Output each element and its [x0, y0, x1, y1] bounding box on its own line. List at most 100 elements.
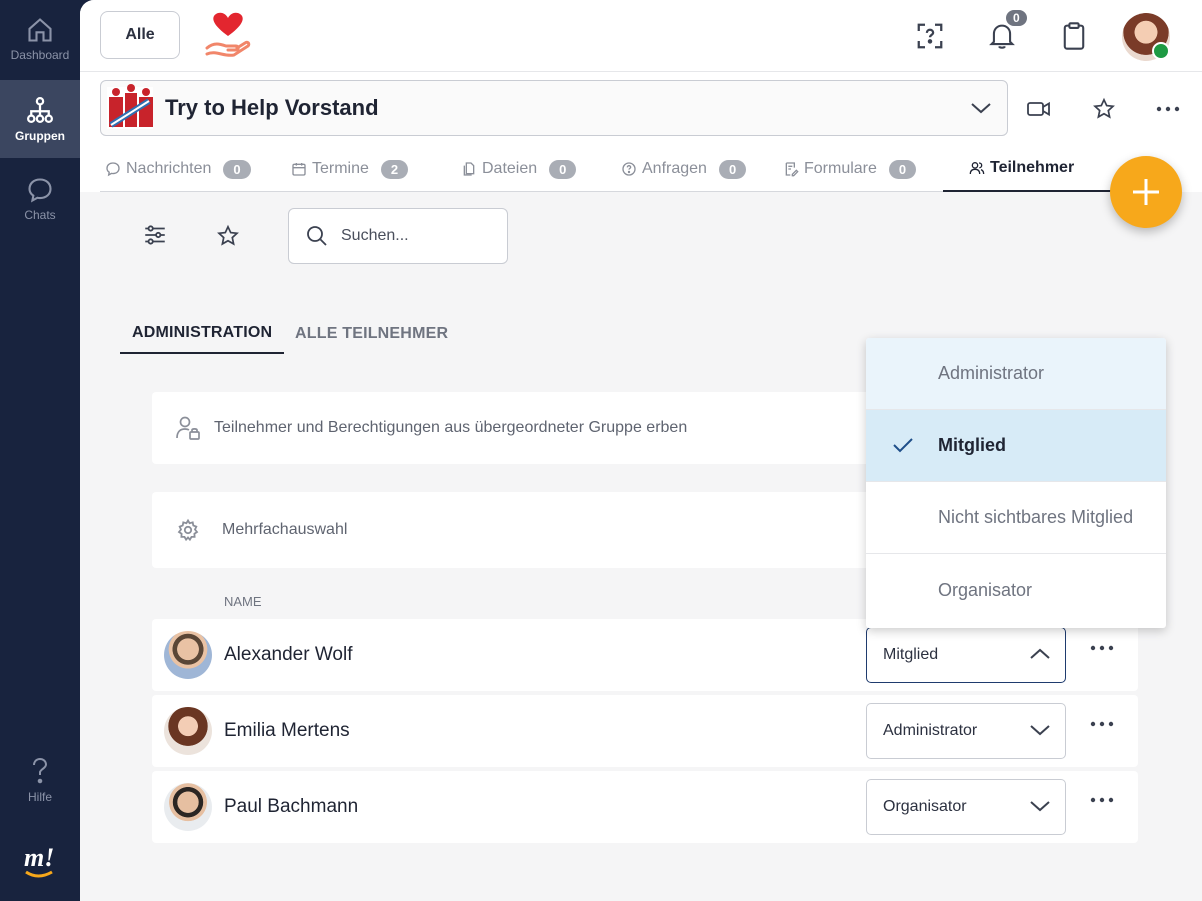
sidebar-item-label: Dashboard: [10, 48, 70, 62]
help-icon: [33, 757, 48, 784]
role-value: Mitglied: [883, 646, 939, 663]
tab-dateien[interactable]: Dateien 0: [461, 146, 577, 192]
chevron-up-icon: [1030, 648, 1050, 659]
filter-sliders-icon[interactable]: [142, 222, 168, 253]
participants-icon: [969, 162, 985, 175]
inherit-permissions-text: Teilnehmer und Berechtigungen aus überge…: [214, 419, 688, 436]
tab-count-badge: 0: [223, 159, 251, 179]
member-avatar: [164, 783, 212, 831]
alle-button[interactable]: Alle: [100, 11, 180, 59]
tab-count-badge: 0: [718, 159, 747, 179]
sidebar-item-dashboard[interactable]: Dashboard: [0, 0, 80, 78]
multiselect-text: Mehrfachauswahl: [222, 521, 348, 538]
sidebar-item-help[interactable]: Hilfe: [0, 742, 80, 818]
notifications-icon[interactable]: 0: [982, 10, 1027, 56]
role-option-administrator[interactable]: Administrator: [866, 338, 1166, 410]
sidebar-item-label: Gruppen: [15, 129, 65, 143]
more-options-icon[interactable]: [1090, 797, 1114, 803]
sidebar-item-label: Chats: [24, 208, 56, 222]
tab-count-badge: 2: [380, 159, 409, 179]
role-value: Organisator: [883, 798, 967, 815]
svg-text:m!: m!: [24, 843, 54, 872]
question-bubble-icon: [622, 162, 636, 176]
home-icon: [28, 18, 52, 42]
subtab-administration[interactable]: ADMINISTRATION: [120, 314, 285, 354]
tab-termine[interactable]: Termine 2: [291, 146, 409, 192]
more-options-icon[interactable]: [1090, 645, 1114, 651]
checkmark-icon: [893, 438, 913, 453]
member-name: Emilia Mertens: [224, 720, 350, 741]
add-fab-button[interactable]: [1110, 156, 1182, 228]
tab-teilnehmer[interactable]: Teilnehmer: [943, 146, 1111, 192]
topbar: Alle 0: [80, 0, 1202, 72]
search-field[interactable]: [288, 208, 508, 264]
sidebar-item-chats[interactable]: Chats: [0, 160, 80, 238]
tab-nachrichten[interactable]: Nachrichten 0: [105, 146, 251, 192]
calendar-icon: [292, 163, 306, 176]
more-options-icon[interactable]: [1090, 721, 1114, 727]
chat-icon: [28, 178, 52, 203]
message-icon: [106, 162, 120, 177]
column-header-name: NAME: [224, 594, 262, 609]
tab-anfragen[interactable]: Anfragen 0: [621, 146, 747, 192]
role-option-label: Nicht sichtbares Mitglied: [938, 507, 1134, 527]
role-select[interactable]: Organisator: [866, 779, 1066, 835]
tab-label: Teilnehmer: [990, 159, 1075, 176]
sidebar-item-gruppen[interactable]: Gruppen: [0, 80, 80, 158]
group-tabs: Nachrichten 0 Termine 2 Dateien 0 Anfrag…: [100, 146, 1111, 192]
role-option-label: Administrator: [938, 363, 1045, 383]
member-name: Paul Bachmann: [224, 796, 359, 817]
chevron-down-icon: [1030, 801, 1050, 812]
gear-icon: [177, 518, 199, 542]
groups-icon: [27, 97, 53, 123]
clipboard-icon[interactable]: [1054, 16, 1094, 56]
group-selector[interactable]: Try to Help Vorstand: [100, 80, 1008, 136]
role-option-mitglied[interactable]: Mitglied: [866, 410, 1166, 482]
favorites-filter-star-icon[interactable]: [216, 224, 240, 253]
help-ticket-icon[interactable]: [910, 16, 950, 56]
try-to-help-logo: [204, 10, 252, 65]
tab-formulare[interactable]: Formulare 0: [783, 146, 917, 192]
search-icon: [307, 226, 327, 246]
member-row: Alexander Wolf Mitglied: [152, 619, 1138, 691]
online-status-icon: [1152, 42, 1170, 60]
role-value: Administrator: [883, 722, 978, 739]
member-avatar: [164, 631, 212, 679]
member-row: Paul Bachmann Organisator: [152, 771, 1138, 843]
role-option-label: Organisator: [938, 579, 1033, 600]
role-option-organisator[interactable]: Organisator: [866, 554, 1166, 626]
tab-count-badge: 0: [888, 159, 917, 179]
chevron-down-icon: [1030, 725, 1050, 736]
role-select[interactable]: Mitglied: [866, 627, 1066, 683]
tab-label: Nachrichten: [126, 160, 212, 177]
group-logo: [103, 81, 157, 135]
chevron-down-icon: [971, 103, 991, 114]
role-select[interactable]: Administrator: [866, 703, 1066, 759]
help-label: Hilfe: [27, 790, 52, 804]
plus-icon: [1133, 179, 1159, 205]
main-panel: Alle 0 Try to Help Vorstand Nachrichten …: [80, 0, 1202, 901]
sidebar: Dashboard Gruppen Chats Hilfe m!: [0, 0, 80, 901]
tab-count-badge: 0: [549, 159, 577, 179]
subtab-alle-teilnehmer[interactable]: ALLE TEILNEHMER: [295, 314, 448, 354]
group-title: Try to Help Vorstand: [165, 95, 379, 120]
member-avatar: [164, 707, 212, 755]
role-dropdown-menu: Administrator Mitglied Nicht sichtbares …: [866, 338, 1166, 628]
tab-label: Anfragen: [642, 160, 707, 177]
app-logo: m!: [22, 840, 58, 885]
files-icon: [463, 162, 475, 176]
role-option-label: Mitglied: [938, 435, 1006, 455]
video-call-icon[interactable]: [1022, 92, 1056, 126]
search-input[interactable]: [341, 227, 491, 245]
form-icon: [785, 162, 799, 177]
role-option-nicht-sichtbares-mitglied[interactable]: Nicht sichtbares Mitglied: [866, 482, 1166, 554]
member-name: Alexander Wolf: [224, 644, 353, 665]
tab-label: Termine: [312, 160, 369, 177]
tab-label: Formulare: [804, 160, 877, 177]
notification-count-badge: 0: [1006, 10, 1027, 26]
member-row: Emilia Mertens Administrator: [152, 695, 1138, 767]
user-lock-icon: [176, 416, 200, 440]
tab-label: Dateien: [482, 160, 538, 177]
favorite-star-icon[interactable]: [1087, 92, 1121, 126]
more-options-icon[interactable]: [1151, 92, 1185, 126]
